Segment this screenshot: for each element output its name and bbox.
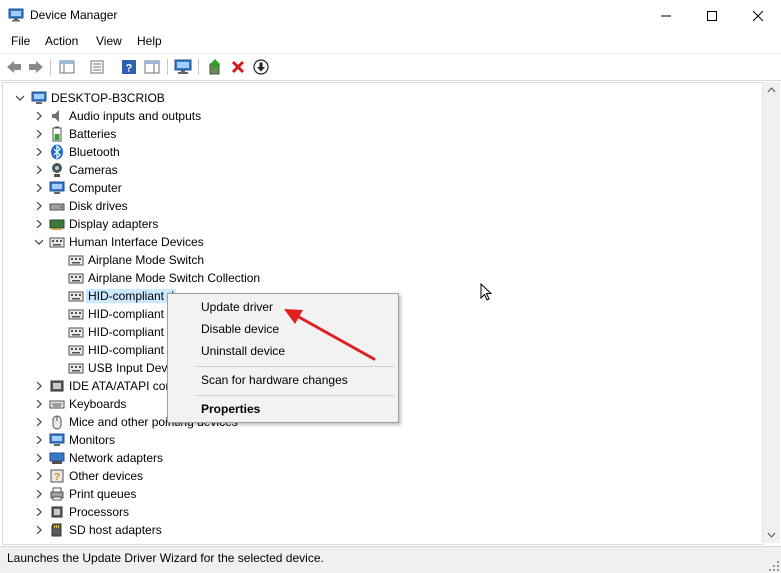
status-text: Launches the Update Driver Wizard for th… bbox=[7, 551, 324, 565]
annotation-arrow bbox=[284, 309, 376, 361]
resize-grip-icon[interactable] bbox=[769, 561, 779, 571]
mouse-cursor-icon bbox=[480, 283, 493, 301]
status-bar: Launches the Update Driver Wizard for th… bbox=[0, 546, 781, 573]
